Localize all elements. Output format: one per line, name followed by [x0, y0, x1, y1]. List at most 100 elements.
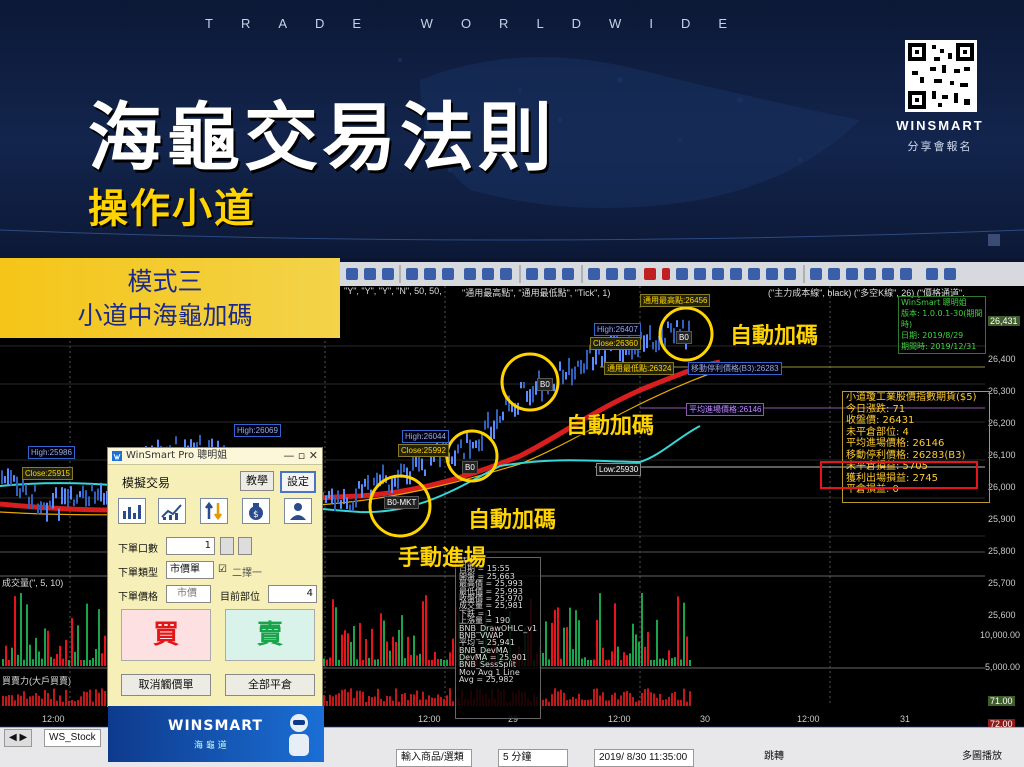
volume-bar	[566, 627, 568, 666]
volume-bar	[644, 646, 646, 666]
volume-bar	[395, 641, 397, 666]
volume-bar	[35, 637, 37, 666]
volume-bar	[398, 629, 400, 666]
volume-bar	[101, 653, 103, 666]
entry-marker: B0	[676, 331, 692, 344]
volume-bar	[98, 609, 100, 666]
power-bar	[356, 690, 358, 706]
volume-bar	[377, 659, 379, 666]
jump-button[interactable]: 跳轉	[760, 749, 798, 765]
volume-bar	[29, 644, 31, 666]
power-bar	[665, 699, 667, 706]
volume-bar	[344, 630, 346, 666]
quantity-input[interactable]: 1	[166, 537, 215, 555]
datetime-input[interactable]: 2019/ 8/30 11:35:00	[594, 749, 694, 767]
power-bar	[386, 695, 388, 706]
qr-code[interactable]	[905, 40, 977, 112]
buy-button[interactable]: 買	[121, 609, 211, 661]
price-tag-high: High:26407	[594, 323, 641, 336]
money-bag-icon[interactable]: $	[242, 498, 270, 524]
volume-bar	[611, 651, 613, 666]
power-bar	[422, 691, 424, 706]
toolbar-icons[interactable]	[340, 262, 1024, 286]
price-tag-lowest: 通用最低點:26324	[604, 362, 675, 375]
volume-bar	[83, 660, 85, 666]
power-bar	[41, 698, 43, 706]
power-bar	[452, 701, 454, 706]
tutorial-button[interactable]: 教學	[240, 471, 274, 491]
sell-button[interactable]: 賣	[225, 609, 315, 661]
volume-bar	[329, 657, 331, 666]
power-bar	[329, 694, 331, 706]
power-bar	[11, 695, 13, 706]
tab-ws-stock[interactable]: WS_Stock	[44, 729, 101, 747]
volume-bar	[665, 660, 667, 666]
dollar-icon[interactable]	[238, 537, 252, 555]
close-all-button[interactable]: 全部平倉	[225, 674, 315, 696]
volume-bar	[41, 658, 43, 666]
power-bar	[653, 693, 655, 706]
volume-bar	[104, 635, 106, 666]
strategy-date: 期間時: 2019/12/31	[901, 342, 977, 351]
power-bar	[92, 701, 94, 706]
volume-bar	[23, 659, 25, 666]
power-bar	[74, 701, 76, 706]
price-tag-close: Close:25992	[398, 444, 449, 457]
price-tag-close: Close:25915	[22, 467, 73, 480]
power-bar	[554, 688, 556, 706]
order-price-input[interactable]: 市價	[166, 585, 211, 603]
chart-bars-icon[interactable]	[118, 498, 146, 524]
multi-chart-button[interactable]: 多圖播放	[958, 749, 1016, 765]
trading-dialog: WinSmart Pro 聰明姐 — ▫ ✕ 模擬交易 教學 設定 $ 下單口數…	[107, 447, 324, 762]
power-bar	[50, 698, 52, 706]
volume-bar	[404, 658, 406, 666]
power-bar	[395, 688, 397, 706]
power-bar	[677, 699, 679, 706]
chart-toolbar	[340, 262, 1024, 287]
oco-checkbox-icon[interactable]: ☑	[218, 564, 227, 575]
power-bar	[89, 689, 91, 706]
power-bar	[5, 696, 7, 706]
volume-bar	[332, 599, 334, 666]
volume-bar	[89, 659, 91, 666]
symbol-input[interactable]: 輸入商品/選類	[396, 749, 472, 767]
volume-bar	[587, 659, 589, 666]
window-controls-icon[interactable]: — ▫ ✕	[283, 448, 318, 464]
power-bar	[32, 695, 34, 706]
auto-add-annotation: 自動加碼	[730, 324, 819, 349]
power-bar	[617, 699, 619, 706]
power-bar	[623, 691, 625, 706]
volume-bar	[410, 654, 412, 666]
volume-bar	[380, 613, 382, 666]
user-icon[interactable]	[284, 498, 312, 524]
power-bar	[62, 701, 64, 706]
info-row: 收盤價: 26431	[846, 415, 915, 426]
volume-bar	[653, 659, 655, 666]
power-bar	[98, 692, 100, 706]
calculator-icon[interactable]	[220, 537, 234, 555]
qr-code-icon	[908, 43, 974, 109]
price-tag-high: High:26069	[234, 424, 281, 437]
power-bar	[632, 697, 634, 706]
volume-bar	[542, 652, 544, 666]
settings-button[interactable]: 設定	[280, 471, 316, 493]
order-type-select[interactable]: 市價單	[166, 561, 214, 579]
up-down-arrow-icon[interactable]	[200, 498, 228, 524]
dialog-logo: WINSMART 海 龜 道	[108, 706, 324, 762]
power-bar	[104, 690, 106, 706]
dialog-titlebar[interactable]: WinSmart Pro 聰明姐 — ▫ ✕	[108, 448, 322, 465]
power-bar	[47, 693, 49, 706]
volume-bar	[386, 641, 388, 666]
page-subtitle: 操作小道	[88, 186, 256, 232]
volume-bar	[80, 659, 82, 666]
y-axis-label: 26,400	[988, 354, 1016, 364]
trend-chart-icon[interactable]	[158, 498, 186, 524]
volume-bar	[53, 658, 55, 666]
auto-add-annotation: 自動加碼	[468, 508, 557, 533]
cancel-trigger-orders-button[interactable]: 取消觸價單	[121, 674, 211, 696]
volume-bar	[392, 636, 394, 666]
volume-bar	[362, 659, 364, 666]
volume-bar	[548, 659, 550, 666]
interval-select[interactable]: 5 分鐘	[498, 749, 568, 767]
tab-nav-icon[interactable]: ◀ ▶	[4, 729, 33, 747]
